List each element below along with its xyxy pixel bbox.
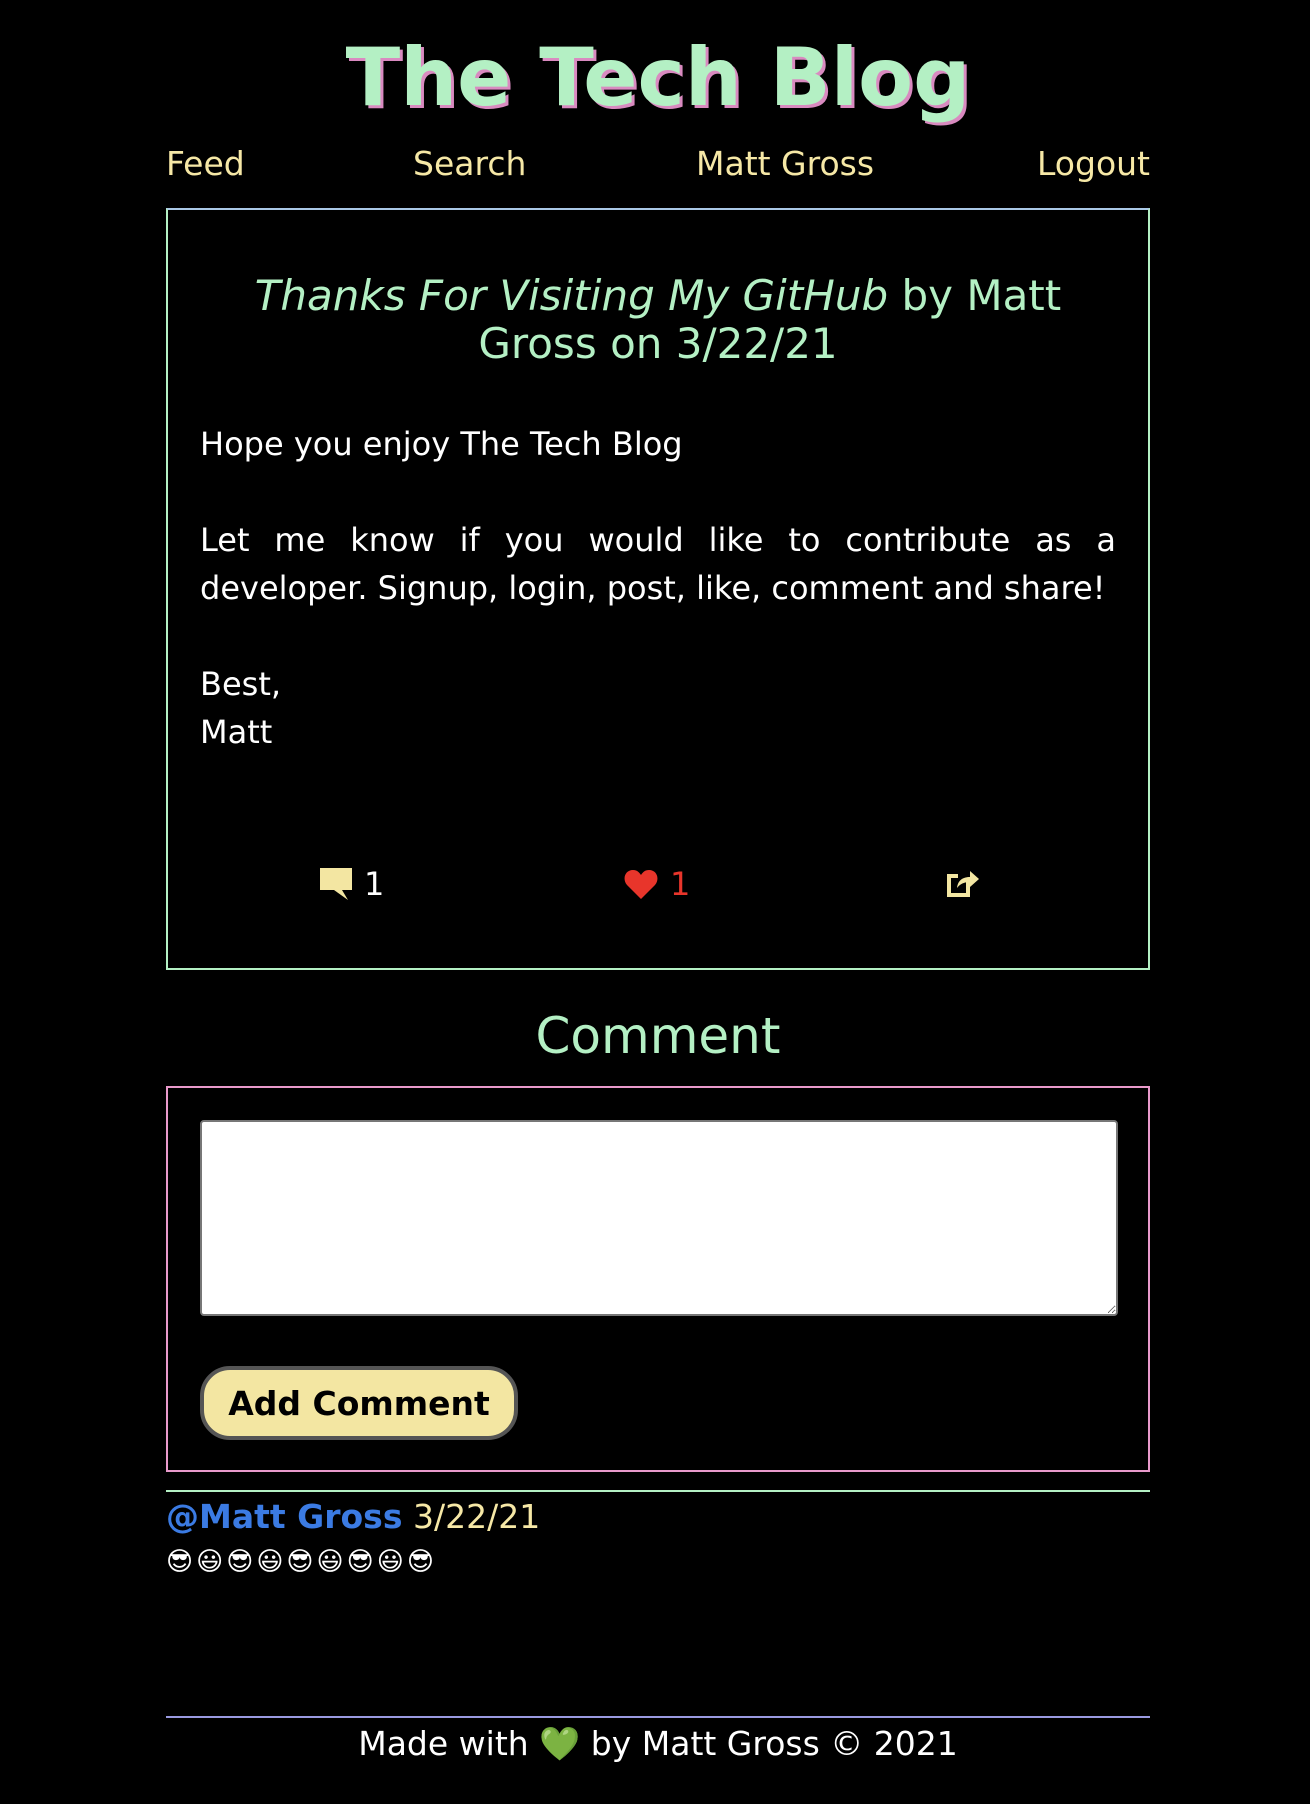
nav-feed-link[interactable]: Feed — [166, 142, 245, 186]
post-actions: 1 1 — [166, 862, 1150, 906]
like-button[interactable]: 1 — [624, 862, 690, 906]
post-closing-line: Best, — [200, 665, 282, 703]
comment-text: 😎😃😎😃😎😃😎😃😎 — [166, 1547, 437, 1577]
share-icon — [946, 868, 980, 900]
share-button[interactable] — [946, 862, 980, 906]
post-body: Hope you enjoy The Tech Blog Let me know… — [200, 420, 1116, 756]
comment-count: 1 — [364, 865, 385, 903]
post-heading: Thanks For Visiting My GitHub by Matt Gr… — [196, 272, 1120, 368]
comment-meta: @Matt Gross 3/22/21 — [166, 1494, 1150, 1540]
green-heart-icon: 💚 — [539, 1724, 581, 1763]
nav-logout-link[interactable]: Logout — [1037, 142, 1150, 186]
post-signature: Matt — [200, 713, 273, 751]
nav-search-link[interactable]: Search — [413, 142, 526, 186]
post-paragraph: Let me know if you would like to contrib… — [200, 521, 1116, 607]
add-comment-button[interactable]: Add Comment — [200, 1366, 518, 1440]
comment-item: @Matt Gross 3/22/21 😎😃😎😃😎😃😎😃😎 — [166, 1494, 1150, 1584]
footer-text-before: Made with — [358, 1724, 529, 1763]
comment-icon — [320, 868, 352, 900]
footer-divider — [166, 1716, 1150, 1718]
footer-text-after: by Matt Gross © 2021 — [590, 1724, 958, 1763]
comment-count-button[interactable]: 1 — [320, 862, 384, 906]
heart-icon — [624, 869, 658, 899]
post-paragraph: Hope you enjoy The Tech Blog — [200, 425, 683, 463]
post-date: on 3/22/21 — [610, 319, 838, 368]
main-nav: Feed Search Matt Gross Logout — [166, 142, 1150, 186]
nav-user-link[interactable]: Matt Gross — [696, 142, 874, 186]
comment-textarea[interactable] — [200, 1120, 1118, 1316]
comments-divider — [166, 1490, 1150, 1492]
comment-section-heading: Comment — [535, 1007, 781, 1065]
like-count: 1 — [670, 865, 691, 903]
comment-form: Add Comment — [166, 1086, 1150, 1472]
post-title: Thanks For Visiting My GitHub — [254, 271, 889, 320]
comment-date: 3/22/21 — [412, 1497, 541, 1536]
site-title: The Tech Blog — [345, 31, 971, 124]
footer: Made with 💚 by Matt Gross © 2021 — [166, 1722, 1150, 1766]
comment-author-link[interactable]: @Matt Gross — [166, 1497, 402, 1536]
post-closing: Best, Matt — [200, 660, 1116, 756]
